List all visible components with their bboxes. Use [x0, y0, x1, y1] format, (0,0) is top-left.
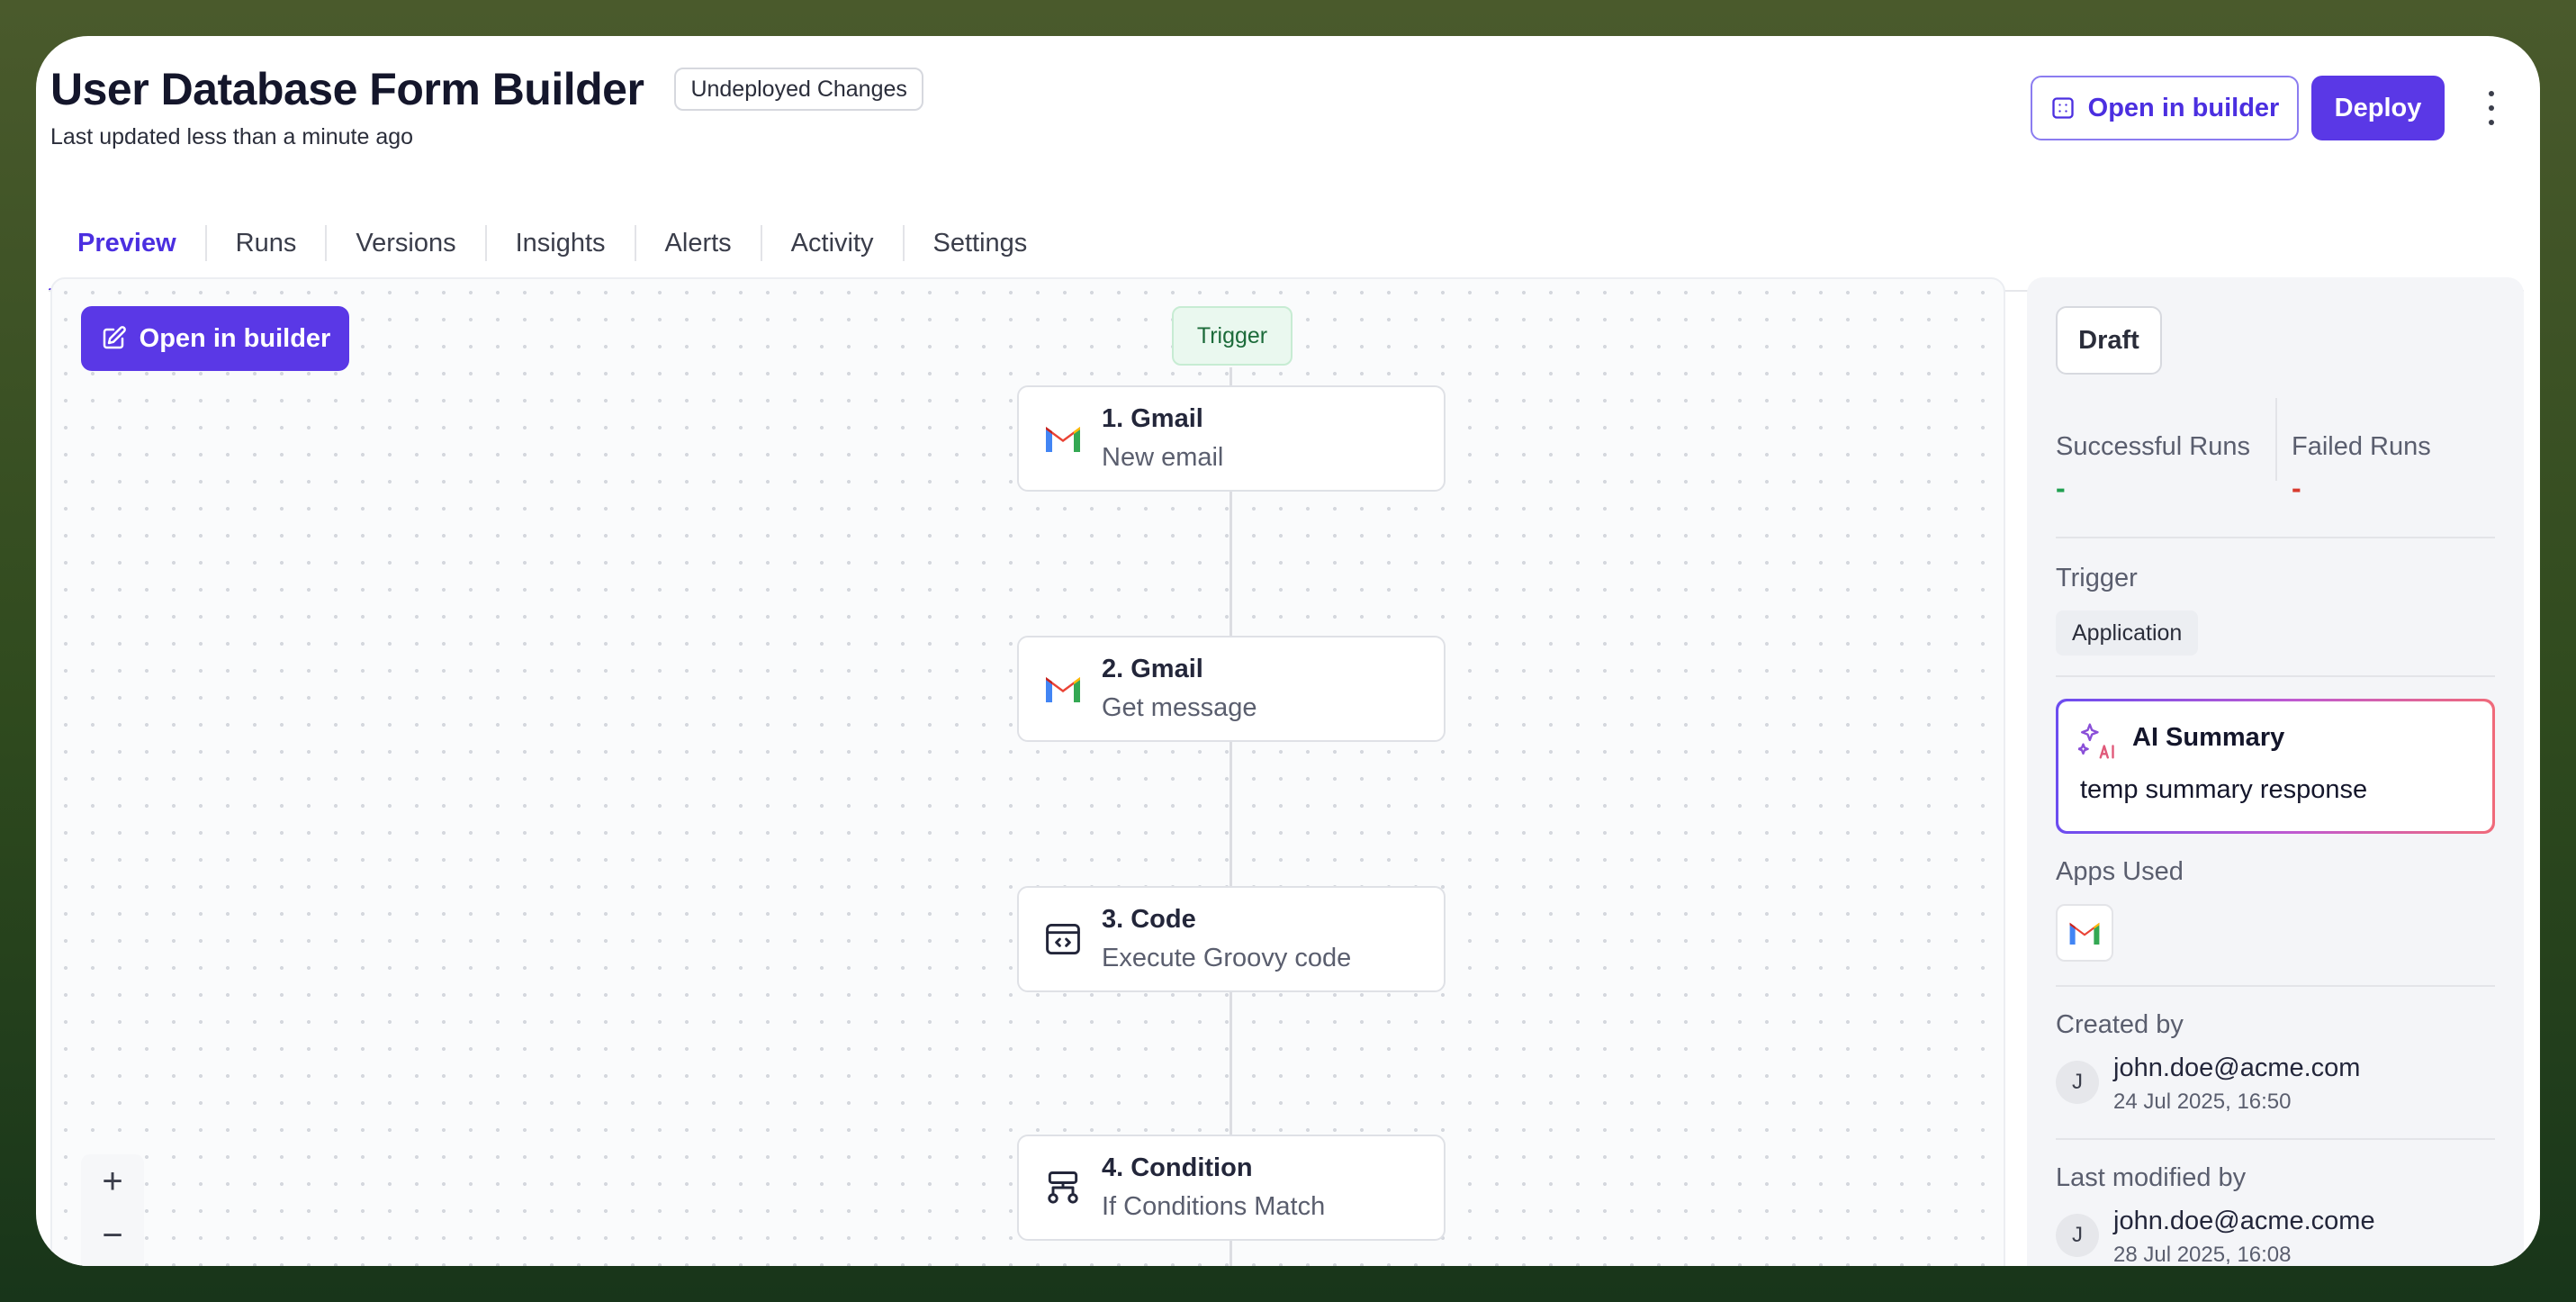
last-updated-text: Last updated less than a minute ago	[50, 124, 414, 149]
trigger-label: Trigger	[2056, 564, 2138, 592]
stats-divider	[2275, 398, 2277, 481]
zoom-out-button[interactable]: −	[81, 1208, 144, 1262]
ai-sparkle-icon	[2078, 723, 2114, 759]
panel-divider	[2056, 675, 2495, 677]
node-subtitle: New email	[1102, 443, 1224, 472]
open-in-builder-button[interactable]: Open in builder	[2031, 76, 2299, 140]
node-subtitle: Execute Groovy code	[1102, 944, 1352, 972]
workflow-node-3[interactable]: 3. Code Execute Groovy code	[1017, 886, 1446, 992]
node-title: 4. Condition	[1102, 1153, 1253, 1182]
successful-runs-label: Successful Runs	[2056, 432, 2250, 461]
code-icon	[1042, 918, 1084, 960]
deploy-button[interactable]: Deploy	[2311, 76, 2445, 140]
node-subtitle: If Conditions Match	[1102, 1192, 1326, 1221]
zoom-in-button[interactable]: +	[81, 1154, 144, 1208]
ai-summary-title: AI Summary	[2132, 723, 2285, 752]
workflow-node-4[interactable]: 4. Condition If Conditions Match	[1017, 1135, 1446, 1241]
avatar: J	[2056, 1214, 2099, 1257]
more-options-icon[interactable]	[2481, 86, 2502, 130]
last-modified-by-label: Last modified by	[2056, 1163, 2247, 1192]
created-at: 24 Jul 2025, 16:50	[2113, 1090, 2292, 1114]
title-row: User Database Form Builder Undeployed Ch…	[50, 63, 923, 115]
app-window: User Database Form Builder Undeployed Ch…	[36, 36, 2540, 1266]
ai-summary-text: temp summary response	[2080, 775, 2368, 804]
modified-at: 28 Jul 2025, 16:08	[2113, 1243, 2292, 1266]
undeployed-badge: Undeployed Changes	[674, 68, 923, 111]
page-title: User Database Form Builder	[50, 64, 644, 114]
panel-divider	[2056, 1138, 2495, 1140]
workflow-node-1[interactable]: 1. Gmail New email	[1017, 385, 1446, 492]
gmail-icon	[1042, 418, 1084, 459]
status-badge: Draft	[2056, 306, 2162, 375]
apps-used-label: Apps Used	[2056, 857, 2184, 886]
node-title: 2. Gmail	[1102, 655, 1203, 683]
app-tile-gmail	[2056, 904, 2113, 962]
ai-summary-card: AI Summary temp summary response	[2056, 699, 2495, 834]
open-in-builder-label: Open in builder	[2087, 93, 2280, 122]
avatar: J	[2056, 1061, 2099, 1104]
canvas-open-in-builder-label: Open in builder	[139, 323, 331, 353]
node-title: 3. Code	[1102, 905, 1196, 934]
details-panel: Draft Successful Runs - Failed Runs - Tr…	[2027, 277, 2524, 1266]
builder-icon	[2051, 97, 2074, 119]
node-title: 1. Gmail	[1102, 404, 1203, 433]
node-subtitle: Get message	[1102, 693, 1257, 722]
gmail-icon	[1042, 668, 1084, 710]
failed-runs-label: Failed Runs	[2292, 432, 2431, 461]
panel-divider	[2056, 985, 2495, 987]
canvas-open-in-builder-button[interactable]: Open in builder	[81, 306, 349, 371]
workflow-node-2[interactable]: 2. Gmail Get message	[1017, 636, 1446, 742]
zoom-controls: + −	[81, 1154, 144, 1266]
created-by-label: Created by	[2056, 1010, 2184, 1039]
edit-icon	[103, 326, 126, 349]
trigger-pill: Trigger	[1172, 306, 1293, 366]
created-by-email: john.doe@acme.com	[2113, 1053, 2361, 1082]
condition-icon	[1042, 1167, 1084, 1208]
flow-connector-line	[1229, 367, 1232, 1266]
failed-runs-value: -	[2292, 472, 2301, 504]
gmail-icon	[2069, 922, 2100, 945]
trigger-chip: Application	[2056, 610, 2199, 656]
successful-runs-value: -	[2056, 472, 2066, 504]
panel-divider	[2056, 537, 2495, 538]
modified-by-email: john.doe@acme.come	[2113, 1207, 2375, 1235]
